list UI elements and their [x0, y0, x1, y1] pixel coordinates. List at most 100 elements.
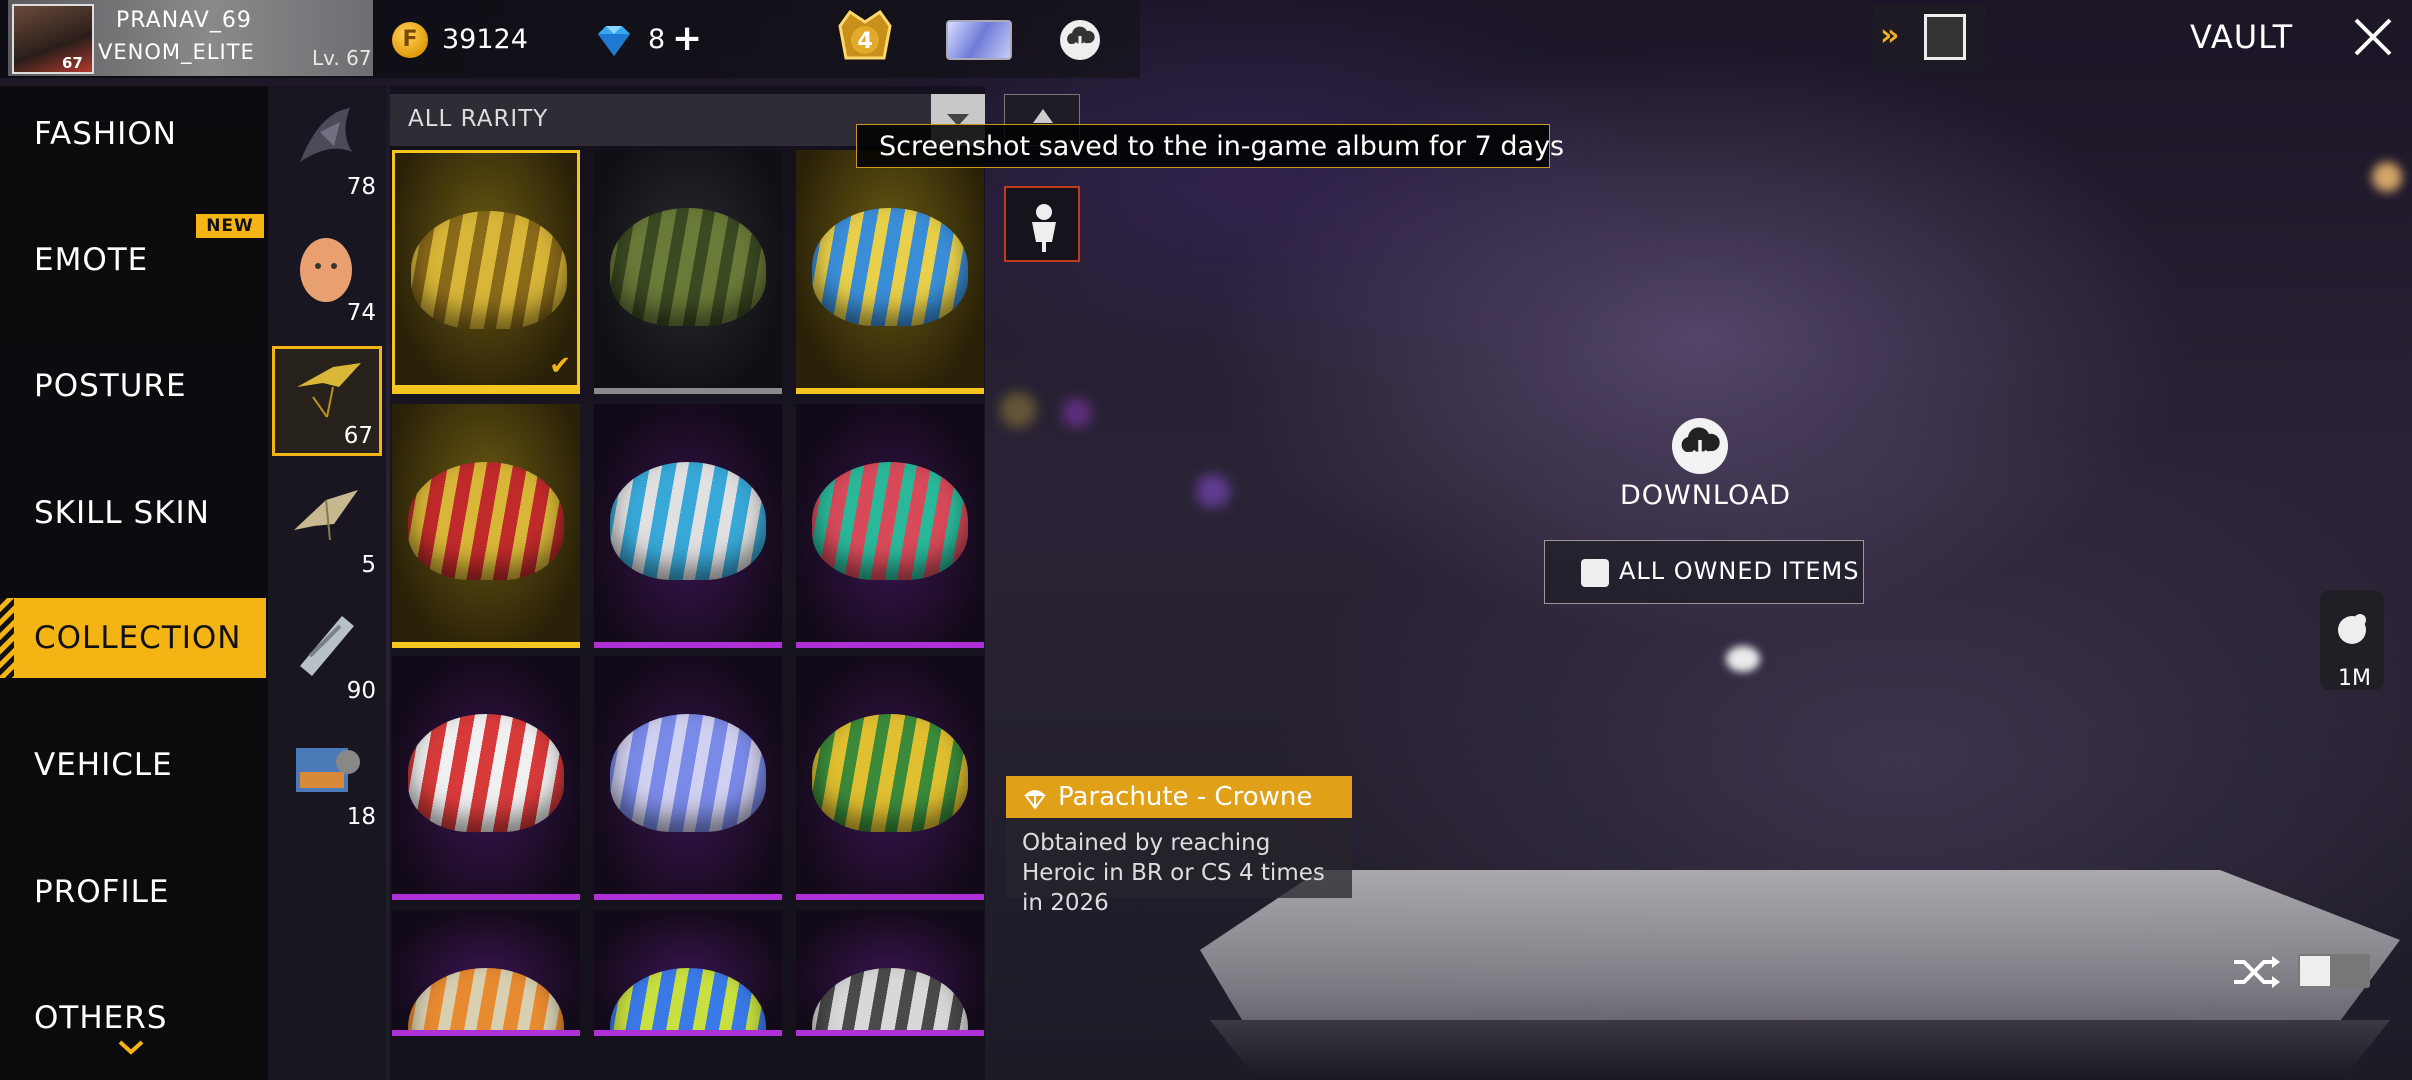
- collection-item-tile[interactable]: [392, 910, 580, 1036]
- diamond-icon: [598, 26, 630, 56]
- equipped-check-icon: ✔: [549, 351, 571, 381]
- toggle-knob: [2300, 956, 2330, 986]
- banner-icon: [296, 748, 360, 792]
- parachute-skin-image: [812, 208, 968, 326]
- player-name: PRANAV_69: [116, 8, 252, 33]
- menu-item-vehicle[interactable]: VEHICLE: [0, 725, 266, 805]
- new-badge: NEW: [196, 214, 264, 238]
- subcategory-count: 18: [346, 804, 376, 830]
- download-label[interactable]: DOWNLOAD: [1620, 480, 1790, 511]
- ambient-light: [2372, 162, 2402, 192]
- all-owned-items-button[interactable]: ALL OWNED ITEMS: [1544, 540, 1864, 604]
- profile-card[interactable]: 67 PRANAV_69 VENOM_ELITE Lv. 67: [8, 0, 373, 76]
- parachute-skin-image: [610, 462, 766, 580]
- parachute-skin-image: [408, 714, 564, 832]
- collection-item-tile[interactable]: [594, 656, 782, 900]
- mannequin-icon: [1032, 204, 1056, 252]
- rank-number: 4: [857, 29, 872, 54]
- rarity-bar: [796, 894, 984, 900]
- rarity-bar: [594, 642, 782, 648]
- menu-item-fashion[interactable]: FASHION: [0, 94, 266, 174]
- item-description: Obtained by reaching Heroic in BR or CS …: [1022, 830, 1325, 916]
- menu-item-label: COLLECTION: [34, 620, 242, 656]
- ambient-light: [1726, 646, 1760, 672]
- subcategory-banner[interactable]: 18: [272, 724, 382, 834]
- item-title-bar: Parachute - Crowne: [1006, 776, 1352, 818]
- double-chevron-icon[interactable]: »: [1880, 18, 1899, 53]
- ambient-light: [1196, 474, 1230, 508]
- rarity-bar: [594, 1030, 782, 1036]
- avatar-level: 67: [62, 54, 83, 72]
- rarity-bar: [395, 385, 577, 391]
- character-icon: [2338, 614, 2366, 644]
- egg-icon: [300, 238, 352, 302]
- parachute-skin-image: [408, 968, 564, 1036]
- toast-text: Screenshot saved to the in-game album fo…: [879, 131, 1565, 162]
- collection-item-tile[interactable]: [796, 150, 984, 394]
- rarity-bar: [796, 1030, 984, 1036]
- menu-item-label: POSTURE: [34, 368, 187, 404]
- subcategory-glider[interactable]: 5: [272, 472, 382, 582]
- gold-amount: 39124: [442, 24, 528, 55]
- collection-item-tile[interactable]: [392, 404, 580, 648]
- glider-icon: [294, 490, 358, 541]
- subcategory-parachute[interactable]: 67: [272, 346, 382, 456]
- collection-item-tile[interactable]: [594, 150, 782, 394]
- collection-item-tile[interactable]: [392, 656, 580, 900]
- close-icon[interactable]: [2350, 14, 2396, 60]
- chevron-down-icon[interactable]: [116, 1036, 146, 1058]
- parachute-skin-image: [812, 968, 968, 1036]
- subcategory-count: 67: [343, 423, 373, 449]
- owned-items-icon: [1581, 559, 1609, 587]
- player-level: Lv. 67: [312, 46, 372, 70]
- guild-name: VENOM_ELITE: [98, 40, 255, 64]
- rank-badge-icon[interactable]: 4: [832, 6, 898, 70]
- rarity-bar: [796, 388, 984, 394]
- album-icon[interactable]: [1924, 14, 1966, 60]
- page-title: VAULT: [2190, 18, 2294, 56]
- menu-item-profile[interactable]: PROFILE: [0, 852, 266, 932]
- mannequin-button[interactable]: [1004, 186, 1080, 262]
- subcategory-count: 5: [361, 552, 376, 578]
- menu-item-label: SKILL SKIN: [34, 495, 210, 531]
- menu-item-collection[interactable]: COLLECTION: [0, 598, 266, 678]
- subcategory-count: 78: [346, 174, 376, 200]
- download-icon[interactable]: [1670, 416, 1730, 476]
- membership-card-icon[interactable]: [946, 20, 1012, 60]
- rarity-bar: [594, 894, 782, 900]
- rarity-bar: [392, 894, 580, 900]
- menu-item-label: EMOTE: [34, 242, 149, 278]
- subcategory-skyboard[interactable]: 90: [272, 598, 382, 708]
- parachute-skin-image: [610, 714, 766, 832]
- subcategory-count: 90: [346, 678, 376, 704]
- menu-item-label: VEHICLE: [34, 747, 173, 783]
- menu-item-skill-skin[interactable]: SKILL SKIN: [0, 473, 266, 553]
- parachute-skin-image: [812, 462, 968, 580]
- side-count: 1M: [2338, 666, 2371, 691]
- shuffle-icon[interactable]: [2232, 954, 2280, 990]
- rarity-bar: [392, 642, 580, 648]
- subcategory-egg[interactable]: 74: [272, 220, 382, 330]
- parachute-icon: [1024, 790, 1046, 810]
- collection-item-tile[interactable]: [796, 656, 984, 900]
- collection-item-tile[interactable]: [594, 404, 782, 648]
- collection-item-tile[interactable]: [796, 910, 984, 1036]
- topup-plus-button[interactable]: +: [672, 18, 702, 59]
- menu-item-label: FASHION: [34, 116, 177, 152]
- gold-coin-icon: F: [392, 22, 428, 58]
- item-title: Parachute - Crowne: [1058, 782, 1313, 812]
- menu-item-label: OTHERS: [34, 1000, 168, 1036]
- collection-item-tile[interactable]: [796, 404, 984, 648]
- display-platform-edge: [1210, 1020, 2390, 1080]
- rarity-bar: [594, 388, 782, 394]
- collection-item-tile[interactable]: [594, 910, 782, 1036]
- skyboard-icon: [300, 616, 354, 676]
- ambient-light: [1000, 392, 1036, 428]
- menu-item-posture[interactable]: POSTURE: [0, 346, 266, 426]
- subcategory-dragon[interactable]: 78: [272, 94, 382, 204]
- rarity-bar: [796, 642, 984, 648]
- rarity-filter-label: ALL RARITY: [408, 106, 549, 132]
- parachute-skin-image: [411, 211, 567, 329]
- cloud-download-icon[interactable]: [1058, 18, 1102, 62]
- collection-item-tile[interactable]: ✔: [392, 150, 580, 394]
